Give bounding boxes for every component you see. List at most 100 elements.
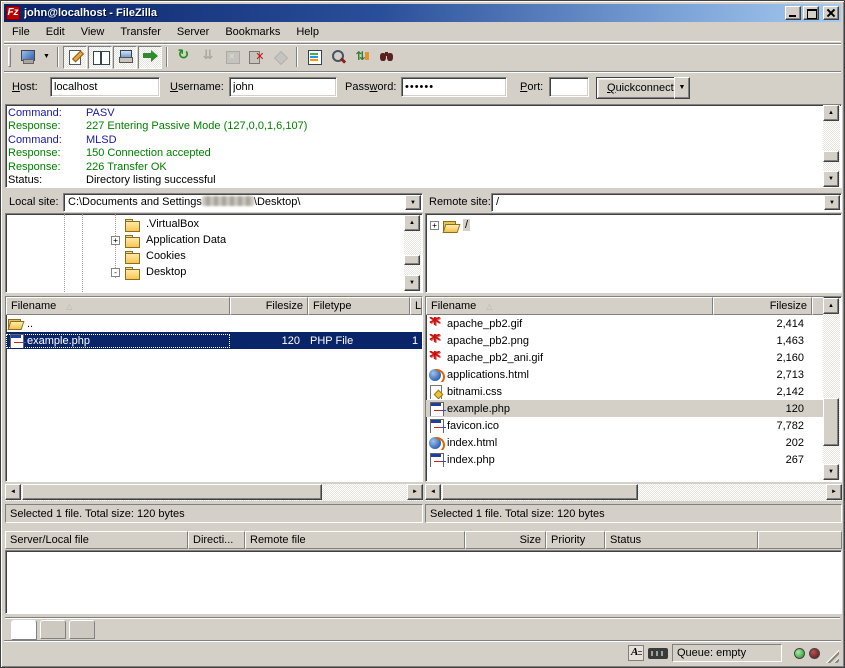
file-row[interactable]: example.php 120 [426, 400, 824, 417]
menu-item[interactable]: Help [288, 24, 327, 40]
menu-item[interactable]: Transfer [112, 24, 169, 40]
scroll-left-button[interactable]: ◄ [5, 484, 21, 500]
queue-body[interactable] [5, 550, 842, 614]
column-header-remote-file[interactable]: Remote file [245, 531, 465, 549]
column-header-server-local-file[interactable]: Server/Local file [5, 531, 188, 549]
remote-tree[interactable]: / [425, 213, 842, 293]
file-row[interactable]: apache_pb2_ani.gif 2,160 [426, 349, 824, 366]
file-row[interactable]: apache_pb2.gif 2,414 [426, 315, 824, 332]
scroll-left-button[interactable]: ◄ [425, 484, 441, 500]
log-scrollbar[interactable]: ▲ ▼ [823, 105, 840, 187]
menu-item[interactable]: View [73, 24, 113, 40]
file-row[interactable]: index.html 202 [426, 434, 824, 451]
maximize-button[interactable] [803, 6, 819, 20]
scroll-down-button[interactable]: ▼ [823, 171, 839, 187]
scroll-up-button[interactable]: ▲ [823, 105, 839, 121]
local-tree-scrollbar[interactable]: ▲ ▼ [404, 215, 421, 291]
toolbar-button[interactable] [374, 46, 398, 69]
scroll-up-button[interactable]: ▲ [823, 298, 839, 314]
toolbar-button[interactable] [268, 46, 292, 69]
remote-list-hscrollbar[interactable]: ◄ ► [425, 484, 842, 501]
toolbar-grip[interactable] [8, 47, 11, 67]
column-header-size[interactable]: Size [465, 531, 546, 549]
toolbar-button[interactable] [15, 46, 39, 69]
tree-item[interactable]: Desktop [6, 264, 402, 280]
file-row[interactable]: .. [6, 315, 422, 332]
expander-icon[interactable] [111, 268, 120, 277]
local-tree[interactable]: .VirtualBox Application Data Cookies Des… [5, 213, 423, 293]
host-input[interactable] [50, 77, 160, 97]
resize-grip[interactable] [824, 648, 839, 663]
combo-dropdown-icon[interactable]: ▼ [824, 195, 840, 210]
toolbar-button[interactable] [326, 46, 350, 69]
remote-list-scrollbar[interactable]: ▲ ▼ [823, 298, 840, 480]
file-row[interactable]: bitnami.css 2,142 [426, 383, 824, 400]
column-header-filename[interactable]: Filename△ [6, 297, 230, 315]
data-type-indicator-icon[interactable] [628, 645, 644, 661]
scroll-thumb[interactable] [823, 398, 839, 446]
message-log[interactable]: Command:PASV Response:227 Entering Passi… [5, 104, 842, 188]
close-button[interactable] [823, 6, 839, 20]
toolbar-toggle-button[interactable] [138, 46, 162, 69]
toolbar-toggle-button[interactable] [63, 46, 87, 69]
scroll-right-button[interactable]: ► [826, 484, 842, 500]
queue-tab[interactable] [69, 620, 95, 639]
menu-item[interactable]: Server [169, 24, 217, 40]
toolbar-button[interactable] [244, 46, 268, 69]
title-bar[interactable]: Fz john@localhost - FileZilla [4, 4, 841, 22]
toolbar-button[interactable] [220, 46, 244, 69]
username-input[interactable] [229, 77, 337, 97]
toolbar-button[interactable] [350, 46, 374, 69]
remote-site-combo[interactable]: / ▼ [491, 193, 842, 212]
toolbar-button[interactable] [172, 46, 196, 69]
scroll-up-button[interactable]: ▲ [404, 215, 420, 231]
column-header-status[interactable]: Status [605, 531, 758, 549]
toolbar-button[interactable] [196, 46, 220, 69]
file-row[interactable]: favicon.ico 7,782 [426, 417, 824, 434]
firefox-icon [428, 436, 445, 450]
column-header-filesize[interactable]: Filesize [713, 297, 812, 315]
column-header-lastmodified[interactable]: L [410, 297, 422, 315]
toolbar-toggle-button[interactable] [88, 46, 112, 69]
column-header-direction[interactable]: Directi... [188, 531, 245, 549]
toolbar-toggle-button[interactable] [113, 46, 137, 69]
scroll-thumb[interactable] [823, 151, 839, 162]
menu-item[interactable]: Edit [38, 24, 73, 40]
column-header-filetype[interactable]: Filetype [308, 297, 410, 315]
file-row[interactable]: apache_pb2.png 1,463 [426, 332, 824, 349]
file-row[interactable]: applications.html 2,713 [426, 366, 824, 383]
column-header-filesize[interactable]: Filesize [230, 297, 308, 315]
column-header-filename[interactable]: Filename△ [426, 297, 713, 315]
scroll-down-button[interactable]: ▼ [404, 275, 420, 291]
speed-limit-icon[interactable] [648, 648, 668, 659]
password-input[interactable] [401, 77, 507, 97]
local-site-combo[interactable]: C:\Documents and Settings\Desktop\ ▼ [63, 193, 423, 212]
quickconnect-dropdown-button[interactable]: ▼ [674, 77, 690, 99]
combo-dropdown-icon[interactable]: ▼ [405, 195, 421, 210]
queue-tab[interactable] [40, 620, 66, 639]
column-header-priority[interactable]: Priority [546, 531, 605, 549]
queue-tab[interactable] [11, 620, 37, 640]
expander-icon[interactable] [430, 221, 439, 230]
host-label: Host: [12, 81, 38, 93]
scroll-thumb[interactable] [442, 484, 638, 500]
file-row[interactable]: index.php 267 [426, 451, 824, 468]
local-list-hscrollbar[interactable]: ◄ ► [5, 484, 423, 501]
port-input[interactable] [549, 77, 589, 97]
minimize-button[interactable] [785, 6, 801, 20]
expander-icon[interactable] [111, 236, 120, 245]
quickconnect-button[interactable]: Quickconnect [596, 77, 685, 99]
scroll-thumb[interactable] [404, 255, 420, 265]
scroll-right-button[interactable]: ► [407, 484, 423, 500]
tree-item[interactable]: Application Data [6, 232, 402, 248]
menu-item[interactable]: Bookmarks [217, 24, 288, 40]
tree-item[interactable]: / [430, 217, 841, 233]
file-row[interactable]: example.php 120 PHP File 1 [6, 332, 422, 349]
toolbar-button[interactable] [302, 46, 326, 69]
scroll-thumb[interactable] [22, 484, 322, 500]
toolbar-button[interactable] [39, 46, 53, 69]
menu-item[interactable]: File [4, 24, 38, 40]
tree-item[interactable]: Cookies [6, 248, 402, 264]
scroll-down-button[interactable]: ▼ [823, 464, 839, 480]
tree-item[interactable]: .VirtualBox [6, 216, 402, 232]
